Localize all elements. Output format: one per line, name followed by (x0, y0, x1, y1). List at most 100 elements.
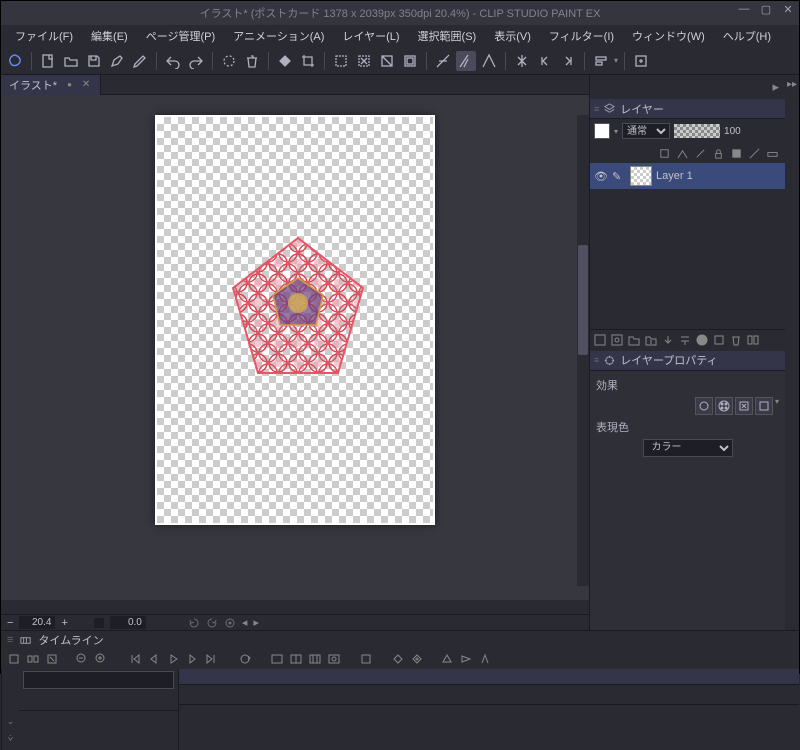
delete-layer-icon[interactable] (729, 333, 743, 347)
open-icon[interactable] (61, 51, 81, 71)
redo-icon[interactable] (186, 51, 206, 71)
tl-edit-icon[interactable] (45, 652, 59, 666)
save-icon[interactable] (84, 51, 104, 71)
maximize-button[interactable]: ▢ (759, 3, 773, 16)
clip-icon[interactable] (658, 147, 671, 160)
deselect-icon[interactable] (354, 51, 374, 71)
add-mask-icon[interactable] (695, 333, 709, 347)
canvas-page[interactable] (155, 115, 435, 525)
vertical-scrollbar[interactable] (577, 115, 589, 586)
tl-new-icon[interactable] (7, 652, 21, 666)
invert-icon[interactable] (377, 51, 397, 71)
timeline-track-row[interactable] (179, 685, 799, 705)
loading-icon[interactable] (219, 51, 239, 71)
tl-onion-icon[interactable] (359, 652, 373, 666)
opacity-value[interactable]: 100 (724, 126, 741, 137)
lock-icon[interactable] (712, 147, 725, 160)
close-tab-icon[interactable]: ✕ (82, 79, 90, 90)
view-next-icon[interactable]: ▸ (253, 616, 259, 629)
align-dropdown[interactable]: ▾ (614, 56, 618, 65)
layer-thumbnail[interactable] (630, 166, 652, 186)
tl-first-icon[interactable] (128, 652, 142, 666)
recenter-icon[interactable] (224, 617, 236, 629)
tl-prev-icon[interactable] (147, 652, 161, 666)
clip-studio-icon[interactable] (5, 51, 25, 71)
palette-dropdown[interactable]: ▾ (614, 127, 618, 136)
horizontal-scrollbar[interactable] (1, 600, 589, 614)
extract-effect-icon[interactable] (755, 397, 773, 415)
tl-next-icon[interactable] (185, 652, 199, 666)
tl-cel3-icon[interactable] (308, 652, 322, 666)
visibility-icon[interactable]: 👁 (594, 170, 608, 183)
edit-icon[interactable] (107, 51, 127, 71)
layer-row[interactable]: 👁 ✎ Layer 1 (590, 163, 785, 189)
fill-icon[interactable] (275, 51, 295, 71)
tl-collapse1-icon[interactable]: ⌄ (7, 716, 15, 727)
layercolor-icon[interactable] (766, 147, 779, 160)
layercolor-effect-icon[interactable] (735, 397, 753, 415)
tl-cel2-icon[interactable] (289, 652, 303, 666)
zoom-value[interactable]: 20.4 (19, 616, 55, 629)
menu-view[interactable]: 表示(V) (486, 26, 539, 46)
opacity-slider[interactable] (674, 124, 720, 138)
tl-keyspec-icon[interactable] (410, 652, 424, 666)
edit2-icon[interactable] (130, 51, 150, 71)
bounds-icon[interactable] (400, 51, 420, 71)
snap2-icon[interactable] (512, 51, 532, 71)
tl-key-icon[interactable] (391, 652, 405, 666)
snap-icon[interactable] (479, 51, 499, 71)
tl-light2-icon[interactable] (459, 652, 473, 666)
transfer-down-icon[interactable] (661, 333, 675, 347)
strip-collapse-icon[interactable]: ▸▸ (787, 79, 797, 90)
document-tab[interactable]: イラスト* ● ✕ (1, 75, 101, 95)
menu-page[interactable]: ページ管理(P) (138, 26, 223, 46)
ruler-layer-icon[interactable] (748, 147, 761, 160)
tl-collapse2-icon[interactable]: ⩒ (8, 733, 13, 744)
menu-selection[interactable]: 選択範囲(S) (410, 26, 485, 46)
timeline-tracks[interactable] (179, 669, 799, 750)
timeline-header[interactable]: ≡ タイムライン (1, 631, 799, 649)
canvas-viewport[interactable] (1, 95, 589, 600)
ruler-icon[interactable] (433, 51, 453, 71)
tl-loop-icon[interactable] (238, 652, 252, 666)
layer-panel-header[interactable]: ≡ レイヤー (590, 99, 785, 119)
menu-window[interactable]: ウィンドウ(W) (624, 26, 713, 46)
tone-effect-icon[interactable] (715, 397, 733, 415)
rotation-value[interactable]: 0.0 (110, 616, 146, 629)
menu-animation[interactable]: アニメーション(A) (225, 26, 332, 46)
grid-icon[interactable] (456, 51, 476, 71)
zoom-out-icon[interactable]: − (7, 617, 13, 629)
select-icon[interactable] (331, 51, 351, 71)
tl-play-icon[interactable] (166, 652, 180, 666)
undo-icon[interactable] (163, 51, 183, 71)
menu-help[interactable]: ヘルプ(H) (715, 26, 779, 46)
ref-icon[interactable] (676, 147, 689, 160)
tl-light1-icon[interactable] (440, 652, 454, 666)
menu-filter[interactable]: フィルター(I) (541, 26, 622, 46)
view-prev-icon[interactable]: ◂ (242, 616, 248, 629)
blend-mode-select[interactable]: 通常 (622, 123, 670, 139)
new-raster-icon[interactable] (593, 333, 607, 347)
zoom-in-icon[interactable]: + (61, 617, 67, 629)
layer-color-swatch[interactable] (594, 123, 610, 139)
merge-down-icon[interactable] (678, 333, 692, 347)
menu-file[interactable]: ファイル(F) (7, 26, 81, 46)
border-effect-icon[interactable] (695, 397, 713, 415)
align-icon[interactable] (591, 51, 611, 71)
colormode-select[interactable]: カラー (643, 439, 733, 457)
rotate-cw-icon[interactable] (206, 617, 218, 629)
mask-icon[interactable] (730, 147, 743, 160)
tl-zoomin-icon[interactable] (94, 652, 108, 666)
folder-in-icon[interactable] (644, 333, 658, 347)
menu-layer[interactable]: レイヤー(L) (334, 26, 407, 46)
tl-cel1-icon[interactable] (270, 652, 284, 666)
apply-mask-icon[interactable] (712, 333, 726, 347)
effect-dropdown[interactable]: ▾ (775, 397, 779, 415)
tl-frames-icon[interactable] (26, 652, 40, 666)
layer-name[interactable]: Layer 1 (656, 170, 693, 182)
new-icon[interactable] (38, 51, 58, 71)
csp-assets-icon[interactable] (631, 51, 651, 71)
tl-celspec-icon[interactable] (327, 652, 341, 666)
prev-icon[interactable] (535, 51, 555, 71)
tl-last-icon[interactable] (204, 652, 218, 666)
